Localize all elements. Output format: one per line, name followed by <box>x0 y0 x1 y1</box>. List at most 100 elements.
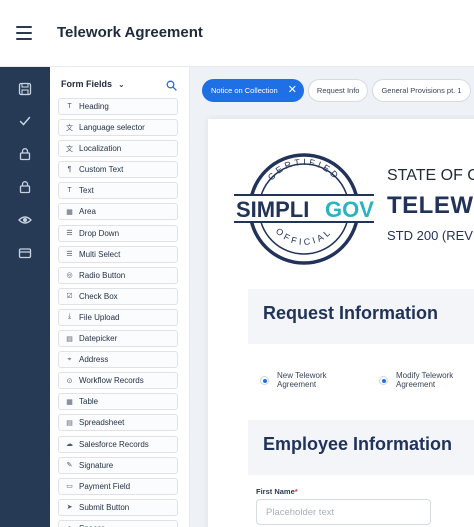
field-type-icon: ▤ <box>66 419 73 427</box>
field-item-label: Heading <box>79 102 109 111</box>
seal-bottom-text: OFFICIAL <box>274 226 331 247</box>
field-item-label: File Upload <box>79 312 120 322</box>
form-sheet: CERTIFIED OFFICIAL SIMPLI GOV STATE OF C… <box>208 119 474 527</box>
field-type-icon: ◎ <box>66 272 73 280</box>
form-title: TELEWO <box>387 192 474 219</box>
field-item-label: Spreadsheet <box>79 418 125 428</box>
form-fields-heading: Form Fields <box>61 79 113 89</box>
field-item-label: Payment Field <box>79 481 131 491</box>
field-item-localization[interactable]: 文 Localization <box>58 140 178 158</box>
field-item-label: Salesforce Records <box>79 439 149 449</box>
field-type-icon: ▤ <box>66 335 73 343</box>
card-icon[interactable] <box>13 241 37 265</box>
field-item-label: Workflow Records <box>79 376 144 386</box>
form-fields-dropdown[interactable]: Form Fields ⌄ <box>61 79 125 89</box>
tab-general-provisions-pt-1[interactable]: General Provisions pt. 1 <box>372 79 471 102</box>
field-type-icon: ✎ <box>66 462 73 470</box>
tab-label: Notice on Collection <box>211 86 278 95</box>
radio-icon <box>379 376 388 385</box>
save-icon[interactable] <box>13 77 37 101</box>
field-item-multi-select[interactable]: ☰ Multi Select <box>58 245 178 263</box>
field-type-icon: ☰ <box>66 251 73 259</box>
tab-label: Request Info <box>316 86 360 95</box>
field-item-submit-button[interactable]: ➤ Submit Button <box>58 498 178 516</box>
field-item-label: Localization <box>79 144 122 154</box>
radio-icon <box>260 376 269 385</box>
field-item-address[interactable]: ⌖ Address <box>58 351 178 369</box>
field-item-drop-down[interactable]: ☰ Drop Down <box>58 224 178 242</box>
search-icon[interactable] <box>166 80 177 91</box>
form-fields-panel: Form Fields ⌄ T Heading 文 Language selector… <box>50 67 190 527</box>
field-list: T Heading 文 Language selector 文 Localization ¶… <box>58 98 178 527</box>
field-type-icon: ➤ <box>66 504 73 512</box>
field-type-icon: 文 <box>66 124 73 132</box>
section-employee-information: Employee Information <box>248 420 474 475</box>
field-item-label: Signature <box>79 460 114 470</box>
tab-notice-on-collection[interactable]: Notice on Collection ✕ <box>202 79 304 102</box>
field-type-icon: ▦ <box>66 208 73 216</box>
menu-icon[interactable] <box>16 26 32 40</box>
field-type-icon: ☁ <box>66 441 73 448</box>
field-item-salesforce-records[interactable]: ☁ Salesforce Records <box>58 435 178 453</box>
tab-request-info[interactable]: Request Info <box>307 79 369 102</box>
section-title: Employee Information <box>263 434 453 454</box>
eye-icon[interactable] <box>13 208 37 232</box>
first-name-input[interactable] <box>256 499 431 525</box>
field-type-icon: ⌖ <box>67 355 72 363</box>
seal-brand-a: SIMPLI <box>236 197 309 222</box>
svg-text:OFFICIAL: OFFICIAL <box>274 226 334 247</box>
state-heading: STATE OF C <box>387 167 474 184</box>
field-item-label: Area <box>79 207 96 217</box>
field-item-spreadsheet[interactable]: ▤ Spreadsheet <box>58 414 178 432</box>
section-title: Request Information <box>263 303 439 323</box>
field-item-label: Multi Select <box>79 249 121 259</box>
field-item-area[interactable]: ▦ Area <box>58 203 178 221</box>
field-item-radio-button[interactable]: ◎ Radio Button <box>58 266 178 284</box>
lock-icon[interactable] <box>13 142 37 166</box>
radio-modify-telework[interactable]: Modify Telework Agreement <box>379 371 458 389</box>
field-item-text[interactable]: T Text <box>58 182 178 200</box>
field-item-heading[interactable]: T Heading <box>58 98 178 115</box>
field-type-icon: ⊙ <box>66 377 73 385</box>
first-name-label: First Name* <box>256 487 298 496</box>
field-item-label: Text <box>79 186 94 196</box>
radio-new-telework[interactable]: New Telework Agreement <box>260 371 339 389</box>
field-item-check-box[interactable]: ☑ Check Box <box>58 287 178 305</box>
field-item-custom-text[interactable]: ¶ Custom Text <box>58 161 178 179</box>
field-item-label: Drop Down <box>79 228 120 238</box>
field-item-label: Language selector <box>79 123 145 133</box>
simpligov-seal-logo: CERTIFIED OFFICIAL SIMPLI GOV <box>234 153 374 265</box>
form-code: STD 200 (REV <box>387 228 473 243</box>
app-title: Telework Agreement <box>57 24 203 41</box>
lock-icon[interactable] <box>13 175 37 199</box>
field-item-label: Check Box <box>79 291 118 301</box>
field-type-icon: ☰ <box>66 230 73 238</box>
field-item-spacer[interactable]: ↕Spacer <box>58 519 178 527</box>
field-item-signature[interactable]: ✎ Signature <box>58 456 178 474</box>
main-area: Notice on Collection ✕ Request Info General… <box>190 67 474 527</box>
radio-label: Modify Telework Agreement <box>396 371 454 389</box>
field-item-label: Address <box>79 355 109 365</box>
field-type-icon: T <box>67 103 72 110</box>
field-type-icon: ▭ <box>66 483 73 491</box>
field-item-label: Table <box>79 397 99 407</box>
field-item-table[interactable]: ▦ Table <box>58 393 178 411</box>
field-item-datepicker[interactable]: ▤ Datepicker <box>58 330 178 348</box>
field-item-label: Radio Button <box>79 270 126 280</box>
field-item-payment-field[interactable]: ▭ Payment Field <box>58 477 178 495</box>
field-type-icon: ⤓ <box>67 313 72 321</box>
field-item-label: Submit Button <box>79 502 130 512</box>
field-item-label: Datepicker <box>79 334 118 344</box>
radio-label: New Telework Agreement <box>277 371 327 389</box>
page-tabs: Notice on Collection ✕ Request Info General… <box>202 79 474 102</box>
field-item-workflow-records[interactable]: ⊙ Workflow Records <box>58 372 178 390</box>
check-icon[interactable] <box>13 109 37 133</box>
field-item-file-upload[interactable]: ⤓ File Upload <box>58 308 178 326</box>
field-type-icon: ¶ <box>67 166 72 174</box>
tab-label: General Provisions pt. 1 <box>381 86 462 95</box>
field-item-label: Custom Text <box>79 165 124 175</box>
close-icon[interactable]: ✕ <box>288 85 297 96</box>
field-type-icon: ▦ <box>66 398 73 406</box>
chevron-down-icon: ⌄ <box>118 79 125 89</box>
field-item-language-selector[interactable]: 文 Language selector <box>58 119 178 137</box>
